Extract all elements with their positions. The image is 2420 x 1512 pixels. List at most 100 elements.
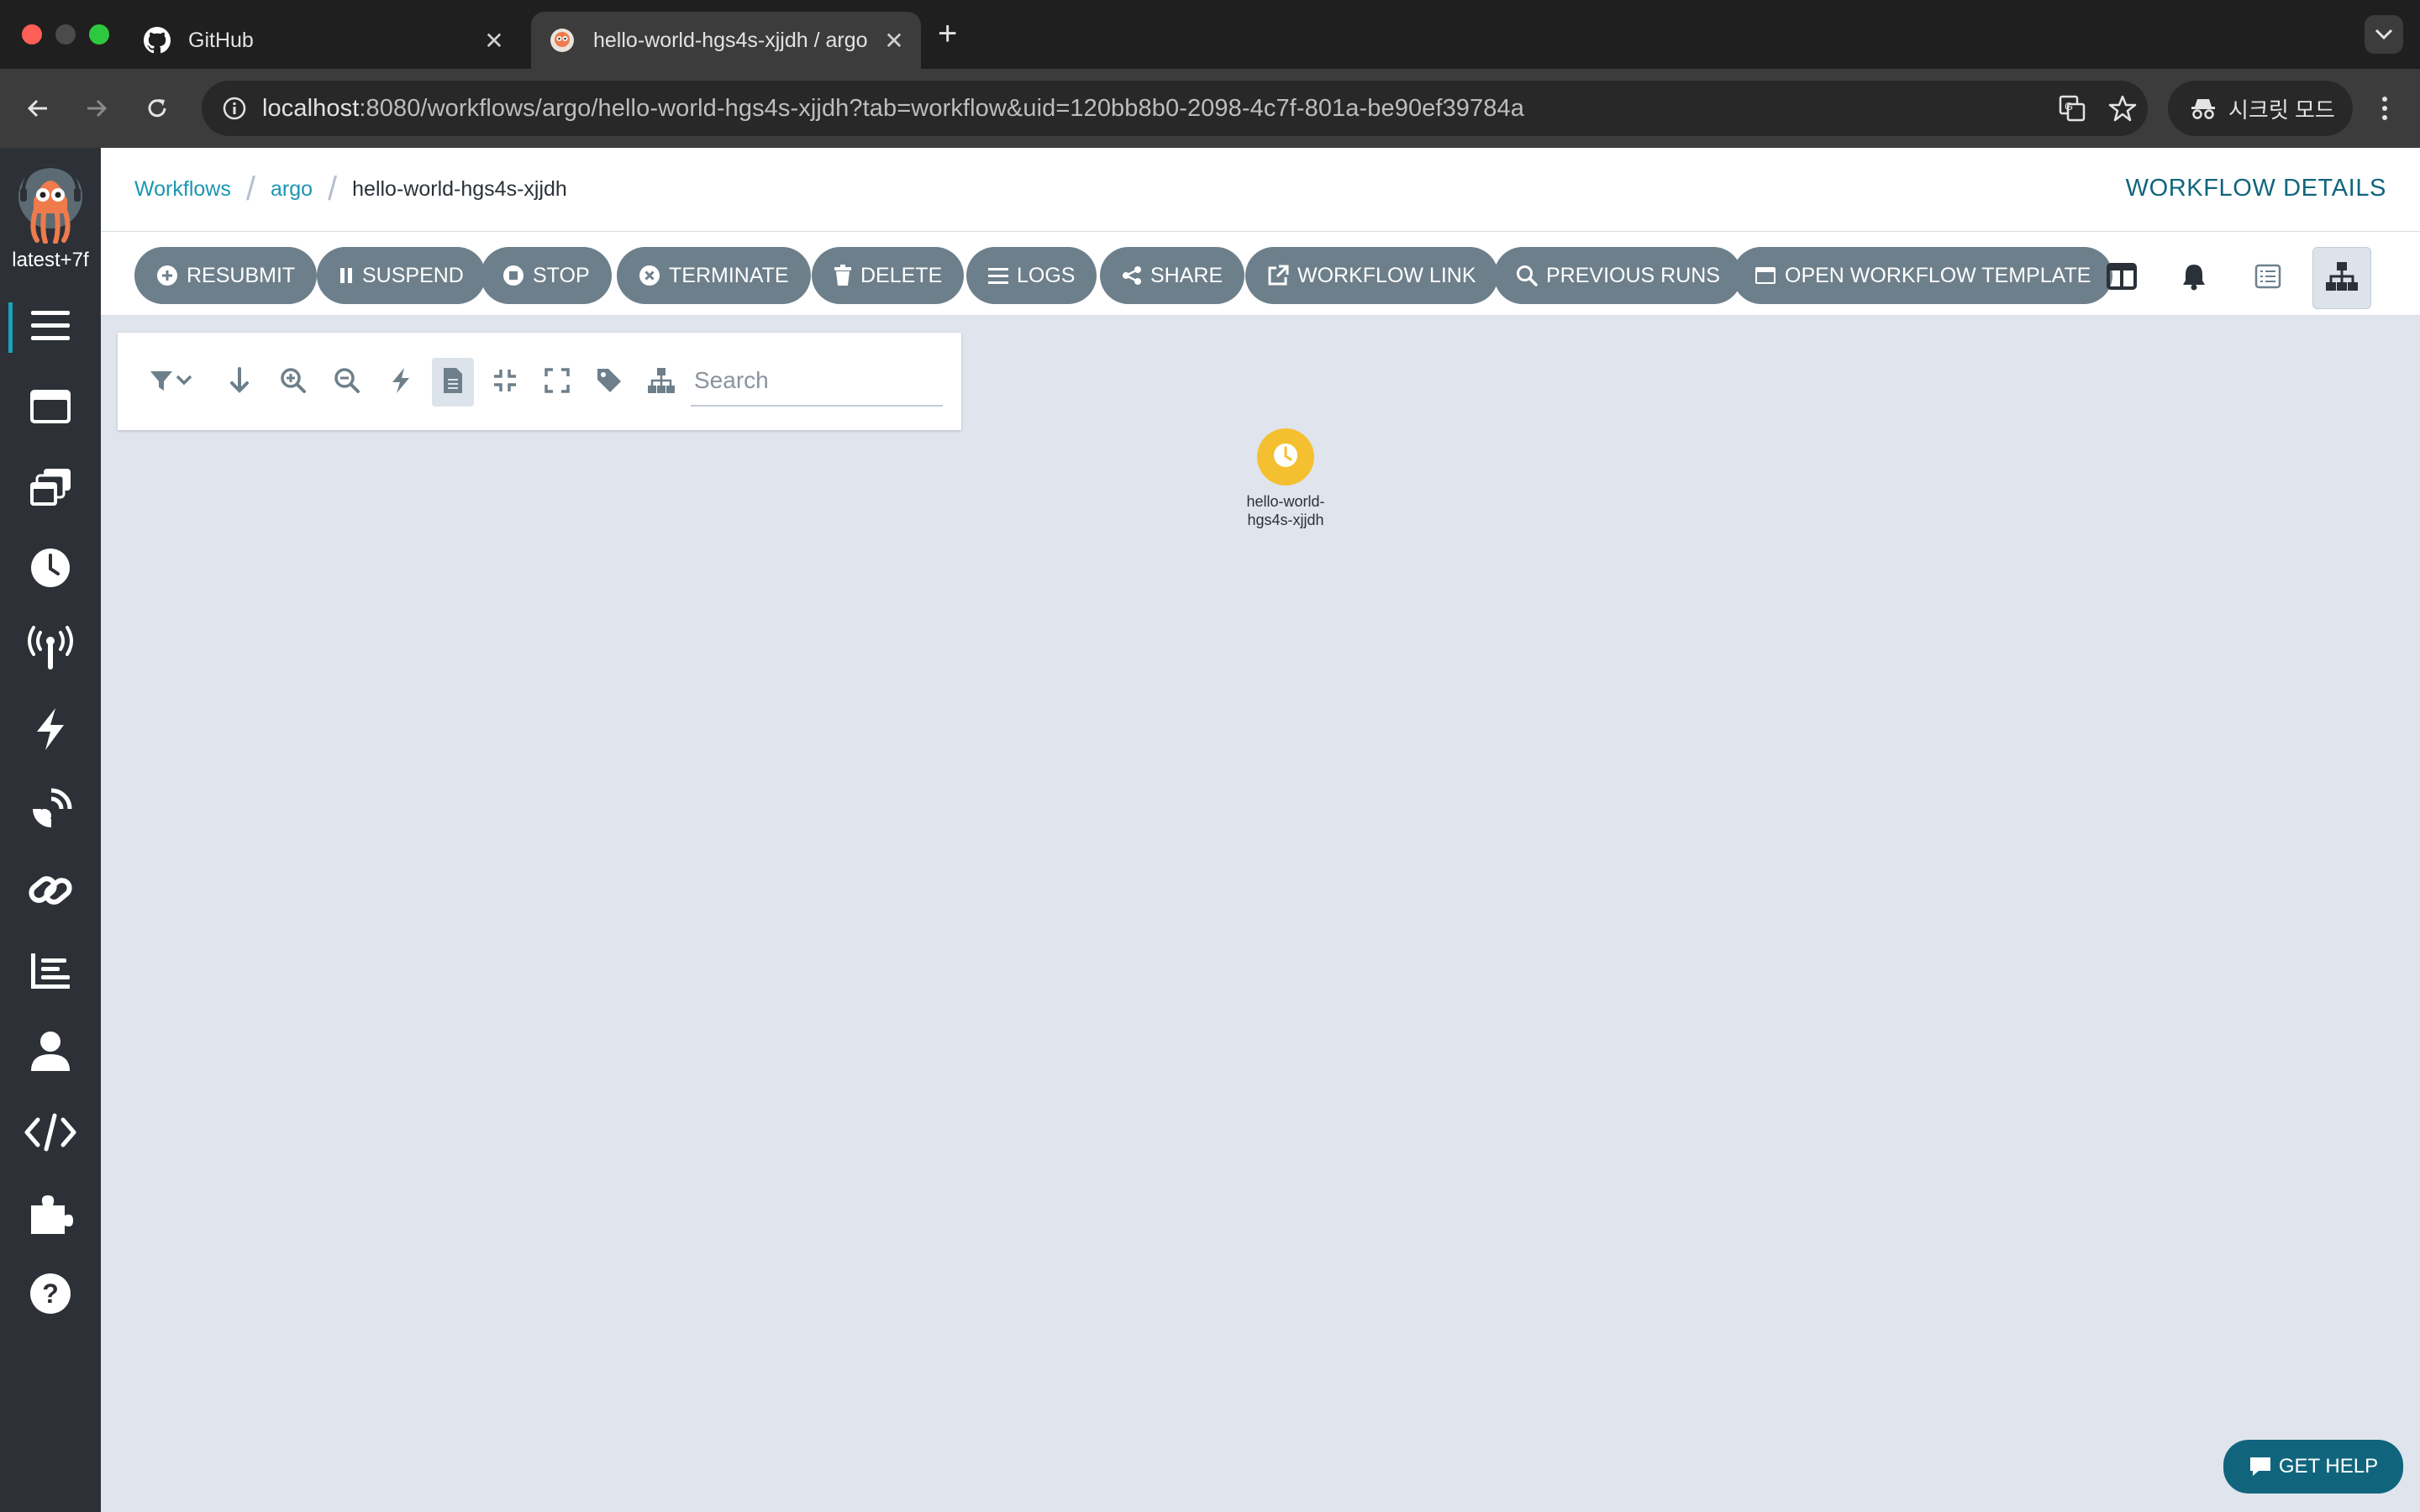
- fast-render-button[interactable]: [380, 358, 422, 407]
- nav-plugins[interactable]: [0, 1174, 101, 1255]
- sitemap-icon: [2325, 260, 2359, 297]
- browser-tab-github[interactable]: GitHub ✕: [126, 12, 521, 69]
- stop-button[interactable]: STOP: [481, 247, 612, 304]
- node-label-line2: hgs4s-xjjdh: [1247, 512, 1324, 528]
- filter-dropdown-button[interactable]: [143, 358, 202, 407]
- breadcrumb-namespace-link[interactable]: argo: [271, 177, 313, 202]
- get-help-button[interactable]: GET HELP: [2223, 1440, 2403, 1494]
- translate-icon[interactable]: G: [2047, 94, 2097, 123]
- nav-cluster-templates[interactable]: [0, 449, 101, 529]
- workflow-link-button[interactable]: WORKFLOW LINK: [1245, 247, 1498, 304]
- back-arrow-icon[interactable]: [17, 87, 59, 129]
- workflow-node[interactable]: hello-world- hgs4s-xjjdh: [1218, 428, 1353, 529]
- cron-workflows-icon: [29, 547, 71, 593]
- url-text: localhost:8080/workflows/argo/hello-worl…: [262, 95, 2047, 123]
- page-title: WORKFLOW DETAILS: [2125, 175, 2386, 202]
- notifications-button[interactable]: [2165, 247, 2223, 309]
- plugins-icon: [28, 1190, 73, 1240]
- event-sources-icon: [27, 625, 74, 675]
- help-icon: ?: [29, 1272, 72, 1320]
- open-workflow-template-label: OPEN WORKFLOW TEMPLATE: [1785, 263, 2091, 287]
- graph-view-button[interactable]: [2312, 247, 2371, 309]
- nav-event-flow[interactable]: [0, 771, 101, 852]
- filter-icon: [149, 368, 196, 397]
- graph-search-placeholder: Search: [694, 367, 769, 393]
- workflows-icon: [29, 309, 71, 347]
- nav-sensors[interactable]: [0, 690, 101, 771]
- graph-search-input[interactable]: Search: [691, 356, 943, 407]
- nav-links[interactable]: [0, 852, 101, 932]
- file-alt-icon: [442, 366, 464, 399]
- bookmark-star-icon[interactable]: [2097, 94, 2148, 123]
- bell-icon: [2181, 262, 2207, 295]
- browser-menu-icon[interactable]: [2368, 87, 2402, 129]
- split-view-button[interactable]: [2092, 247, 2151, 309]
- url-field[interactable]: localhost:8080/workflows/argo/hello-worl…: [202, 81, 2148, 136]
- zoom-in-button[interactable]: [272, 358, 314, 407]
- reports-icon: [29, 952, 71, 995]
- nav-workflow-templates[interactable]: [0, 368, 101, 449]
- direction-button[interactable]: [218, 358, 260, 407]
- delete-button[interactable]: DELETE: [812, 247, 965, 304]
- new-tab-icon[interactable]: +: [938, 15, 957, 52]
- pause-icon: [339, 266, 354, 285]
- browser-tab-argo[interactable]: hello-world-hgs4s-xjjdh / argo ✕: [531, 12, 921, 69]
- nav-event-sources[interactable]: [0, 610, 101, 690]
- timeline-view-button[interactable]: [2238, 247, 2297, 309]
- breadcrumb-workflows-link[interactable]: Workflows: [134, 177, 231, 202]
- terminate-button[interactable]: TERMINATE: [617, 247, 811, 304]
- browser-tab-bar: GitHub ✕ hello-world-hgs4s-xjjdh / argo …: [0, 0, 2420, 69]
- node-status-circle[interactable]: [1257, 428, 1314, 486]
- nav-workflows[interactable]: [0, 287, 101, 368]
- previous-runs-button[interactable]: PREVIOUS RUNS: [1494, 247, 1742, 304]
- suspend-label: SUSPEND: [362, 263, 464, 287]
- tab-search-chevron-icon[interactable]: [2365, 15, 2403, 54]
- expand-button[interactable]: [536, 358, 578, 407]
- share-button[interactable]: SHARE: [1100, 247, 1245, 304]
- incognito-badge[interactable]: 시크릿 모드: [2168, 81, 2353, 136]
- window-close-button[interactable]: [22, 24, 42, 45]
- window-maximize-button[interactable]: [89, 24, 109, 45]
- nav-api-docs[interactable]: [0, 1094, 101, 1174]
- breadcrumb-separator: /: [245, 171, 255, 207]
- compress-icon: [492, 367, 518, 398]
- comment-icon: [2249, 1456, 2272, 1478]
- app-sidebar: latest+7f ?: [0, 148, 101, 1512]
- forward-arrow-icon[interactable]: [76, 87, 118, 129]
- show-artifacts-button[interactable]: [432, 358, 474, 407]
- user-icon: [29, 1031, 71, 1077]
- layout-button[interactable]: [640, 358, 682, 407]
- logs-label: LOGS: [1017, 263, 1076, 287]
- nav-cron-workflows[interactable]: [0, 529, 101, 610]
- collapse-button[interactable]: [484, 358, 526, 407]
- stop-label: STOP: [533, 263, 590, 287]
- zoom-out-button[interactable]: [326, 358, 368, 407]
- cluster-templates-icon: [29, 467, 72, 512]
- url-path: :8080/workflows/argo/hello-world-hgs4s-x…: [359, 94, 1524, 122]
- api-docs-icon: [24, 1113, 76, 1156]
- arrow-down-icon: [229, 366, 250, 398]
- external-link-icon: [1267, 265, 1289, 286]
- get-help-label: GET HELP: [2278, 1455, 2379, 1478]
- reload-icon[interactable]: [136, 87, 178, 129]
- tags-button[interactable]: [588, 358, 630, 407]
- github-icon: [143, 26, 171, 55]
- resubmit-button[interactable]: RESUBMIT: [134, 247, 318, 304]
- share-icon: [1122, 265, 1142, 286]
- sensors-icon: [34, 706, 67, 756]
- event-flow-icon: [28, 787, 73, 837]
- nav-help[interactable]: ?: [0, 1255, 101, 1336]
- tab-close-icon[interactable]: ✕: [477, 27, 511, 55]
- window-minimize-button[interactable]: [55, 24, 76, 45]
- tab-close-icon[interactable]: ✕: [877, 27, 911, 55]
- logs-button[interactable]: LOGS: [966, 247, 1097, 304]
- argo-logo[interactable]: [15, 163, 86, 244]
- suspend-button[interactable]: SUSPEND: [317, 247, 486, 304]
- sitemap-icon: [647, 367, 676, 398]
- nav-reports[interactable]: [0, 932, 101, 1013]
- graph-options-panel: Search: [118, 333, 961, 430]
- site-info-icon[interactable]: [207, 96, 262, 121]
- nav-user[interactable]: [0, 1013, 101, 1094]
- open-workflow-template-button[interactable]: OPEN WORKFLOW TEMPLATE: [1733, 247, 2113, 304]
- breadcrumb: Workflows / argo / hello-world-hgs4s-xjj…: [134, 171, 567, 207]
